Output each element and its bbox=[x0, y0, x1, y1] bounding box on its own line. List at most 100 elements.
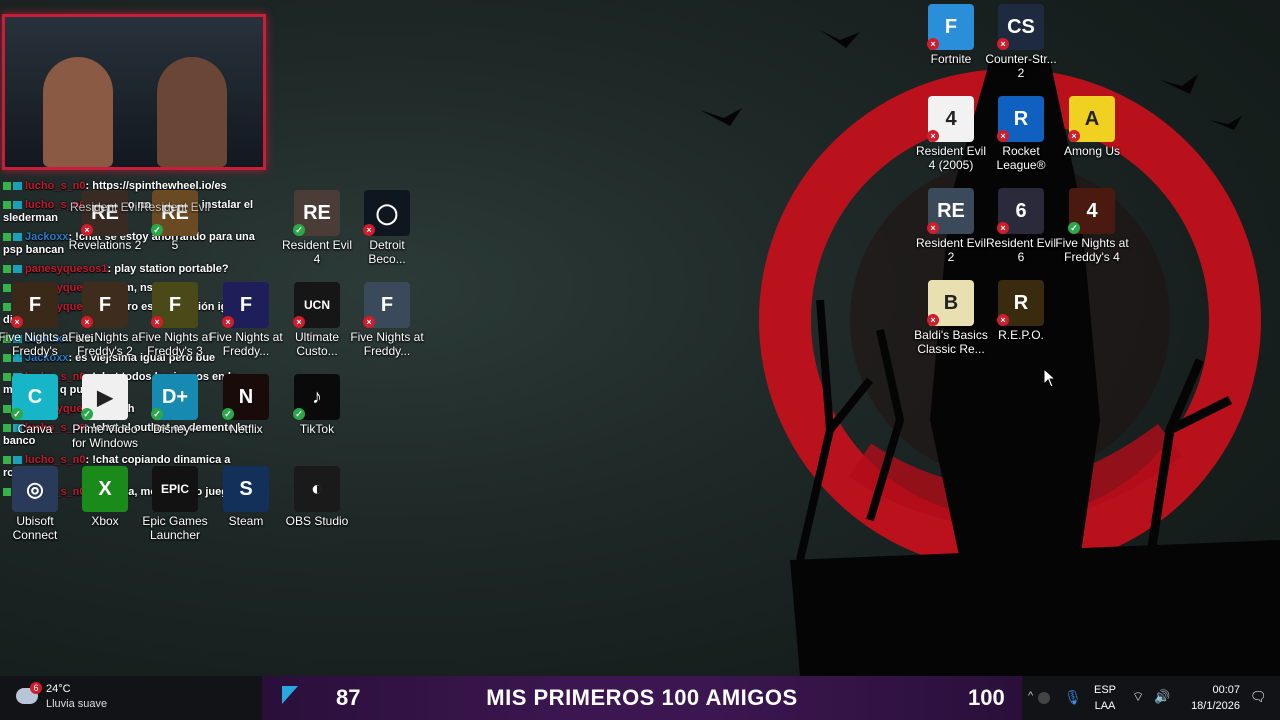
sync-error-icon: × bbox=[81, 224, 93, 236]
app-icon: EPIC bbox=[152, 466, 198, 512]
desktop-icon[interactable]: F × Five Nights at Freddy's bbox=[0, 282, 73, 358]
notification-center-icon[interactable]: 🗨 bbox=[1250, 689, 1267, 705]
tray-overflow-chevron-icon[interactable]: ^ bbox=[1028, 690, 1033, 702]
clock-time: 00:07 bbox=[1212, 684, 1240, 696]
app-icon: ◎ bbox=[12, 466, 58, 512]
sync-error-icon: × bbox=[927, 222, 939, 234]
sync-error-icon: × bbox=[997, 314, 1009, 326]
desktop-icon[interactable]: RE ✓ Resident Evil 5 bbox=[137, 190, 213, 252]
weather-widget[interactable]: 6 24°C Lluvia suave bbox=[14, 680, 134, 716]
desktop-icon-label: Counter-Str... 2 bbox=[985, 52, 1057, 80]
desktop-icon[interactable]: EPIC Epic Games Launcher bbox=[137, 466, 213, 542]
desktop-icon[interactable]: RE × Resident Evil Revelations 2 bbox=[67, 190, 143, 252]
follower-goal-banner: 87 MIS PRIMEROS 100 AMIGOS 100 bbox=[262, 676, 1022, 720]
desktop-icon-label: Five Nights at Freddy... bbox=[209, 330, 283, 358]
input-language[interactable]: ESP LAA bbox=[1094, 684, 1116, 712]
webcam-overlay bbox=[2, 14, 266, 170]
desktop-icon-label: Resident Evil 4 (2005) bbox=[915, 144, 987, 172]
volume-icon[interactable]: 🔊 bbox=[1154, 689, 1170, 705]
desktop-icon[interactable]: X Xbox bbox=[67, 466, 143, 528]
desktop-icon-label: Five Nights at Freddy... bbox=[350, 330, 424, 358]
desktop-icon[interactable]: D+ ✓ Disney+ bbox=[137, 374, 213, 436]
sync-error-icon: × bbox=[997, 38, 1009, 50]
chat-text: : play station portable? bbox=[107, 263, 229, 275]
desktop-icon[interactable]: CS × Counter-Str... 2 bbox=[983, 4, 1059, 80]
weather-notification-badge: 6 bbox=[30, 682, 42, 694]
badge-icon bbox=[13, 265, 22, 274]
sync-error-icon: × bbox=[222, 316, 234, 328]
desktop-icon-label: Baldi's Basics Classic Re... bbox=[914, 328, 988, 356]
sync-ok-icon: ✓ bbox=[222, 408, 234, 420]
sync-ok-icon: ✓ bbox=[81, 408, 93, 420]
desktop-icon-label: TikTok bbox=[299, 422, 335, 436]
desktop-icon[interactable]: F × Five Nights at Freddy's 2 bbox=[67, 282, 143, 358]
desktop-icon-label: Canva bbox=[17, 422, 53, 436]
wifi-icon[interactable]: ⌔ bbox=[1132, 689, 1144, 705]
desktop-icon-label: Epic Games Launcher bbox=[142, 514, 208, 542]
desktop-icon[interactable]: F × Five Nights at Freddy's 3 bbox=[137, 282, 213, 358]
desktop-icon[interactable]: F × Five Nights at Freddy... bbox=[208, 282, 284, 358]
sync-ok-icon: ✓ bbox=[293, 408, 305, 420]
app-icon: ◐ bbox=[294, 466, 340, 512]
desktop-icon-label: R.E.P.O. bbox=[998, 328, 1044, 342]
sync-ok-icon: ✓ bbox=[151, 224, 163, 236]
sync-ok-icon: ✓ bbox=[1068, 222, 1080, 234]
desktop-icon[interactable]: R × R.E.P.O. bbox=[983, 280, 1059, 342]
desktop-icon[interactable]: ◎ Ubisoft Connect bbox=[0, 466, 73, 542]
desktop-icon[interactable]: A × Among Us bbox=[1054, 96, 1130, 158]
sync-error-icon: × bbox=[11, 316, 23, 328]
desktop-icon-label: Detroit Beco... bbox=[368, 238, 406, 266]
clock-date: 18/1/2026 bbox=[1191, 700, 1240, 712]
sync-error-icon: × bbox=[363, 316, 375, 328]
desktop-icon-label: Ubisoft Connect bbox=[12, 514, 58, 542]
clock[interactable]: 00:07 18/1/2026 bbox=[1180, 684, 1240, 712]
desktop-icon[interactable]: RE × Resident Evil 2 bbox=[913, 188, 989, 264]
desktop-icon[interactable]: 4 ✓ Five Nights at Freddy's 4 bbox=[1054, 188, 1130, 264]
badge-icon bbox=[13, 456, 22, 465]
desktop-icon[interactable]: ▶ ✓ Prime Video for Windows bbox=[67, 374, 143, 450]
badge-icon bbox=[13, 201, 22, 210]
desktop-icon[interactable]: ◯ × Detroit Beco... bbox=[349, 190, 425, 266]
desktop-icon[interactable]: ♪ ✓ TikTok bbox=[279, 374, 355, 436]
desktop-icon[interactable]: N ✓ Netflix bbox=[208, 374, 284, 436]
microphone-icon[interactable]: 🎙 bbox=[1064, 689, 1082, 706]
chat-username: panesyquesos1 bbox=[25, 263, 108, 275]
desktop-icon-label: OBS Studio bbox=[285, 514, 349, 528]
follower-goal: 100 bbox=[968, 685, 1005, 710]
sync-error-icon: × bbox=[997, 222, 1009, 234]
weather-condition: Lluvia suave bbox=[46, 698, 108, 710]
desktop-icon[interactable]: F × Fortnite bbox=[913, 4, 989, 66]
desktop-icon[interactable]: RE ✓ Resident Evil 4 bbox=[279, 190, 355, 266]
sync-error-icon: × bbox=[927, 38, 939, 50]
badge-icon bbox=[3, 265, 11, 274]
desktop-icon-label: Xbox bbox=[91, 514, 119, 528]
weather-temperature: 24°C bbox=[46, 683, 71, 695]
desktop-icon[interactable]: UCN × Ultimate Custo... bbox=[279, 282, 355, 358]
desktop-icon[interactable]: ◐ OBS Studio bbox=[279, 466, 355, 528]
badge-icon bbox=[3, 201, 11, 210]
sync-error-icon: × bbox=[927, 130, 939, 142]
desktop-icon[interactable]: S Steam bbox=[208, 466, 284, 528]
desktop-icon-label: Five Nights at Freddy's 4 bbox=[1055, 236, 1129, 264]
desktop-icon[interactable]: 6 × Resident Evil 6 bbox=[983, 188, 1059, 264]
desktop-icon[interactable]: R × Rocket League® bbox=[983, 96, 1059, 172]
banner-title: MIS PRIMEROS 100 AMIGOS bbox=[486, 685, 798, 710]
chat-message: panesyquesos1: play station portable? bbox=[3, 263, 258, 276]
desktop-icon-label: Five Nights at Freddy's 3 bbox=[138, 330, 212, 358]
mouse-cursor-icon bbox=[1043, 368, 1057, 388]
system-tray: ^ 🎙 ESP LAA ⌔ 🔊 00:07 18/1/2026 🗨 bbox=[1028, 680, 1280, 716]
desktop-icon-sublabel: Resident Evil bbox=[69, 200, 141, 214]
sync-error-icon: × bbox=[927, 314, 939, 326]
desktop-icon-label: Netflix bbox=[229, 422, 263, 436]
desktop-icon[interactable]: 4 × Resident Evil 4 (2005) bbox=[913, 96, 989, 172]
desktop-icon[interactable]: B × Baldi's Basics Classic Re... bbox=[913, 280, 989, 356]
sync-ok-icon: ✓ bbox=[293, 224, 305, 236]
language-layout: LAA bbox=[1094, 700, 1116, 712]
desktop-icon[interactable]: C ✓ Canva bbox=[0, 374, 73, 436]
desktop-icon-label: Five Nights at Freddy's 2 bbox=[68, 330, 142, 358]
sync-ok-icon: ✓ bbox=[11, 408, 23, 420]
tray-app-icon[interactable] bbox=[1038, 692, 1050, 704]
desktop-icon-label: Five Nights at Freddy's bbox=[0, 330, 72, 358]
desktop-icon[interactable]: F × Five Nights at Freddy... bbox=[349, 282, 425, 358]
badge-icon bbox=[3, 182, 11, 191]
